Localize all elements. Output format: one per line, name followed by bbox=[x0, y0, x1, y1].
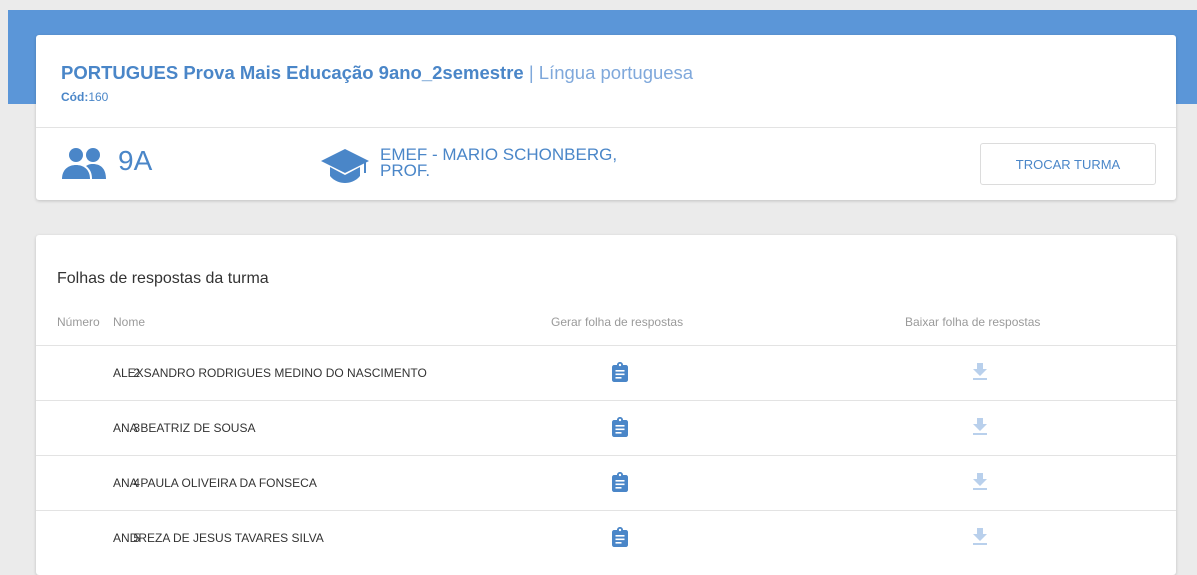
table-row: 2 ALEXSANDRO RODRIGUES MEDINO DO NASCIME… bbox=[36, 345, 1176, 401]
column-header-generate: Gerar folha de respostas bbox=[551, 315, 684, 329]
student-name: ANA PAULA OLIVEIRA DA FONSECA bbox=[113, 476, 317, 490]
change-class-button[interactable]: TROCAR TURMA bbox=[980, 143, 1156, 185]
clipboard-icon[interactable] bbox=[612, 527, 628, 547]
class-name: 9A bbox=[118, 145, 153, 176]
student-name: ANA BEATRIZ DE SOUSA bbox=[113, 421, 256, 435]
student-name: ANDREZA DE JESUS TAVARES SILVA bbox=[113, 531, 324, 545]
exam-code-value: 160 bbox=[88, 90, 109, 104]
answer-sheets-title: Folhas de respostas da turma bbox=[57, 270, 269, 287]
exam-code-label: Cód: bbox=[61, 90, 89, 104]
exam-header-card: PORTUGUES Prova Mais Educação 9ano_2seme… bbox=[36, 35, 1176, 200]
school-name: EMEF - MARIO SCHONBERG, PROF. bbox=[380, 145, 618, 180]
student-name: ALEXSANDRO RODRIGUES MEDINO DO NASCIMENT… bbox=[113, 366, 427, 380]
clipboard-icon[interactable] bbox=[612, 417, 628, 437]
download-icon[interactable] bbox=[973, 473, 987, 490]
answer-sheets-card: Folhas de respostas da turma Número Nome… bbox=[36, 235, 1176, 575]
title-separator: | bbox=[523, 62, 539, 83]
group-icon bbox=[62, 148, 106, 179]
exam-subject: Língua portuguesa bbox=[538, 62, 694, 83]
download-icon[interactable] bbox=[973, 528, 987, 545]
download-icon[interactable] bbox=[973, 363, 987, 380]
column-header-name: Nome bbox=[113, 315, 146, 329]
exam-code: Cód:160 bbox=[61, 90, 108, 104]
clipboard-icon[interactable] bbox=[612, 362, 628, 382]
column-header-number: Número bbox=[57, 315, 100, 329]
table-row: 5 ANDREZA DE JESUS TAVARES SILVA bbox=[36, 510, 1176, 566]
clipboard-icon[interactable] bbox=[612, 472, 628, 492]
exam-title: PORTUGUES Prova Mais Educação 9ano_2seme… bbox=[61, 62, 693, 84]
column-header-download: Baixar folha de respostas bbox=[905, 315, 1041, 329]
header-divider bbox=[36, 127, 1176, 128]
table-row: 4 ANA PAULA OLIVEIRA DA FONSECA bbox=[36, 455, 1176, 511]
download-icon[interactable] bbox=[973, 418, 987, 435]
graduation-cap-icon bbox=[321, 149, 369, 183]
exam-name: PORTUGUES Prova Mais Educação 9ano_2seme… bbox=[61, 62, 524, 83]
table-row: 3 ANA BEATRIZ DE SOUSA bbox=[36, 400, 1176, 456]
